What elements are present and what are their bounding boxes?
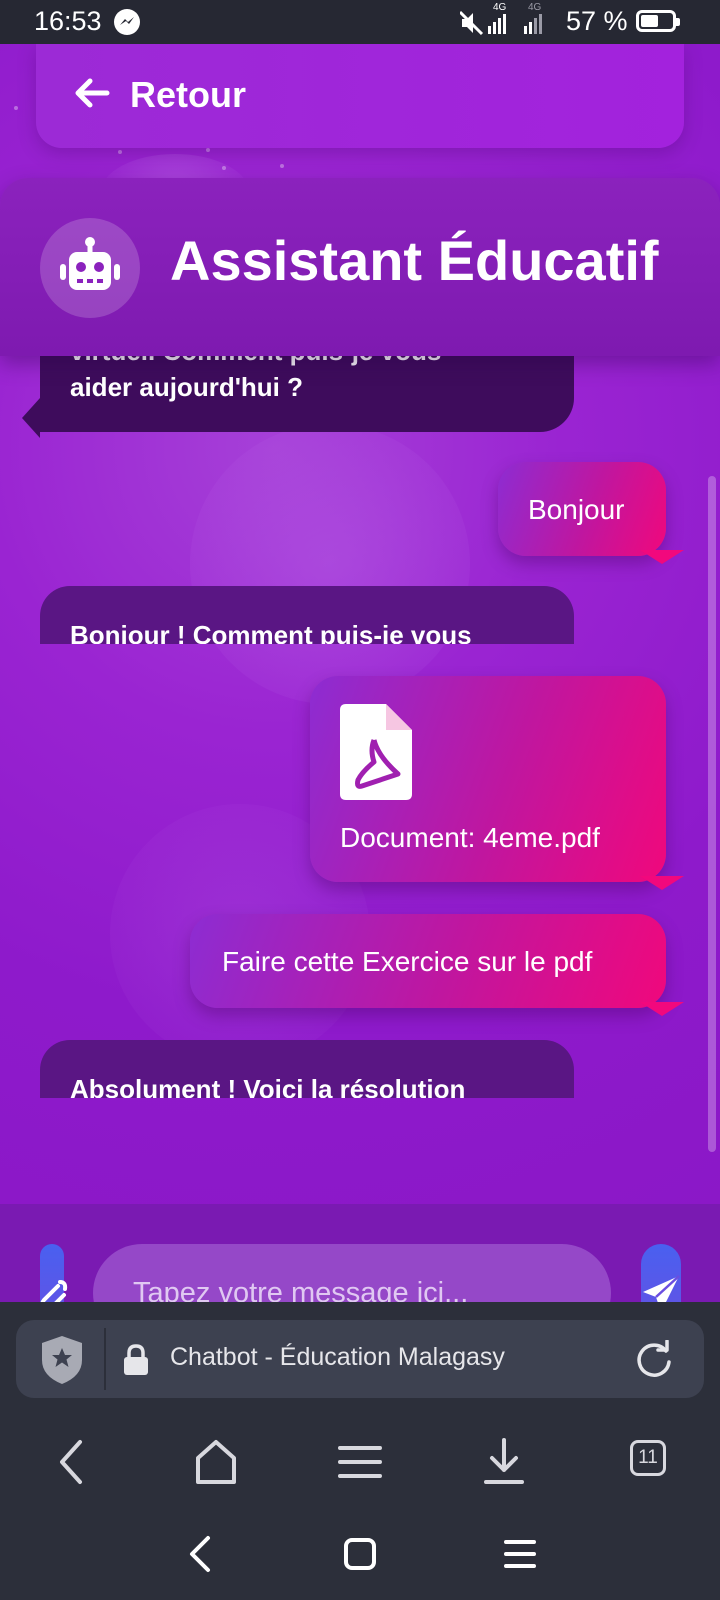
- scrollbar[interactable]: [708, 476, 716, 1152]
- system-menu-icon[interactable]: [500, 1534, 540, 1574]
- bot-message-line: Absolument ! Voici la résolution: [70, 1074, 466, 1098]
- user-message-text: Bonjour: [528, 494, 625, 525]
- bubble-tail: [640, 1002, 684, 1016]
- chat-header: Assistant Éducatif: [0, 178, 720, 356]
- user-message: Bonjour: [498, 462, 684, 564]
- reload-icon[interactable]: [634, 1340, 674, 1380]
- bot-message: virtuel. Comment puis-je vous aider aujo…: [40, 356, 574, 432]
- page-title: Assistant Éducatif: [170, 229, 659, 292]
- file-name: Document: 4eme.pdf: [340, 822, 600, 853]
- url-bar[interactable]: Chatbot - Éducation Malagasy: [16, 1320, 704, 1398]
- bot-message-line: Bonjour ! Comment puis-je vous: [70, 620, 472, 644]
- bot-message: Absolument ! Voici la résolution: [40, 1040, 574, 1098]
- send-button[interactable]: [641, 1244, 681, 1302]
- signal-icon: [488, 14, 506, 34]
- user-message: Faire cette Exercice sur le pdf: [190, 914, 684, 1016]
- tab-count-button[interactable]: 11: [630, 1440, 666, 1476]
- bot-message-line: virtuel. Comment puis-je vous: [70, 356, 441, 367]
- messenger-icon: [114, 9, 140, 35]
- back-arrow-icon: [75, 78, 110, 108]
- menu-icon[interactable]: [330, 1434, 390, 1490]
- battery-fill: [641, 15, 658, 27]
- shield-icon[interactable]: [40, 1334, 84, 1386]
- signal-icon: [524, 14, 542, 34]
- status-bar: 16:53 4G 4G 57 %: [0, 0, 720, 44]
- network-icons: [460, 10, 542, 36]
- browser-address-bar: Chatbot - Éducation Malagasy: [0, 1302, 720, 1412]
- paperclip-icon: [40, 1280, 68, 1302]
- back-icon[interactable]: [42, 1434, 102, 1490]
- mute-icon: [460, 10, 484, 36]
- page-title-url: Chatbot - Éducation Malagasy: [170, 1343, 505, 1371]
- network-label-2: 4G: [528, 2, 542, 13]
- browser-nav: 11: [0, 1412, 720, 1512]
- system-back-icon[interactable]: [182, 1534, 222, 1574]
- user-message-text: Faire cette Exercice sur le pdf: [222, 946, 593, 977]
- network-label-1: 4G: [493, 2, 507, 13]
- battery-percent: 57 %: [566, 6, 628, 36]
- bubble-tail: [640, 876, 684, 890]
- attach-button[interactable]: [40, 1244, 68, 1302]
- decor-dot: [14, 106, 18, 110]
- message-input[interactable]: [93, 1244, 611, 1302]
- decor-dot: [222, 166, 226, 170]
- decor-dot: [206, 148, 210, 152]
- screen: 16:53 4G 4G 57 % Retour Assistant Éducat…: [0, 0, 720, 1600]
- download-icon[interactable]: [474, 1434, 534, 1490]
- chat-app: Retour Assistant Éducatif aider aujourd'…: [0, 44, 720, 1302]
- bubble-tail: [22, 398, 40, 438]
- divider: [104, 1328, 106, 1390]
- decor-dot: [280, 164, 284, 168]
- bot-message-line: aider aujourd'hui ?: [70, 372, 303, 402]
- battery-icon: [636, 10, 680, 32]
- lock-icon: [124, 1344, 148, 1375]
- back-label: Retour: [130, 74, 246, 115]
- system-home-icon[interactable]: [340, 1534, 380, 1574]
- decor-dot: [118, 150, 122, 154]
- status-time: 16:53: [34, 6, 102, 36]
- home-icon[interactable]: [186, 1434, 246, 1490]
- bot-avatar: [40, 218, 140, 318]
- composer: [0, 1204, 720, 1302]
- pdf-file-icon: [340, 704, 412, 800]
- bot-message: Bonjour ! Comment puis-je vous: [40, 586, 574, 644]
- send-icon: [643, 1275, 680, 1302]
- system-nav: [0, 1512, 720, 1600]
- bubble-tail: [640, 550, 684, 564]
- robot-icon: [60, 237, 120, 290]
- user-file-message[interactable]: Document: 4eme.pdf: [310, 676, 684, 890]
- back-button[interactable]: Retour: [36, 44, 684, 148]
- message-list[interactable]: virtuel. Comment puis-je vous aider aujo…: [0, 356, 720, 1204]
